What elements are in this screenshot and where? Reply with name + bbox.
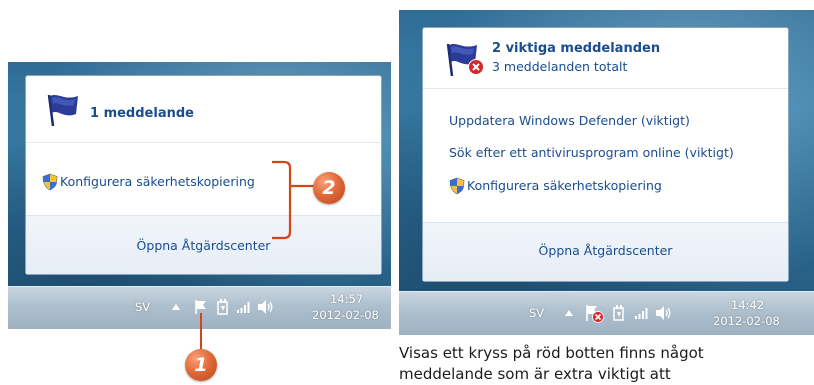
clock-time[interactable]: 14:42 [731, 298, 764, 312]
shield-icon [449, 177, 465, 195]
volume-icon[interactable] [257, 299, 275, 315]
backup-item[interactable]: Konfigurera säkerhetskopiering [449, 176, 709, 198]
action-center-flag-error-icon[interactable] [585, 304, 605, 324]
clock-date[interactable]: 2012-02-08 [312, 308, 379, 322]
show-hidden-icons-icon[interactable] [172, 304, 180, 310]
caption-line-1: Visas ett kryss på röd botten finns någo… [399, 344, 704, 362]
error-cross-icon [468, 59, 484, 75]
callout-badge-2: 2 [313, 172, 345, 204]
clock-time[interactable]: 14:57 [330, 292, 363, 306]
callout-badge-1: 1 [185, 349, 217, 381]
popup-title: 1 meddelande [90, 106, 194, 121]
update-defender-link[interactable]: Uppdatera Windows Defender (viktigt) [449, 113, 690, 128]
power-icon[interactable] [215, 298, 231, 316]
clock-date[interactable]: 2012-02-08 [713, 314, 780, 328]
backup-item[interactable]: Konfigurera säkerhetskopiering [42, 172, 302, 194]
search-antivirus-link[interactable]: Sök efter ett antivirusprogram online (v… [449, 145, 734, 160]
language-indicator[interactable]: SV [135, 300, 150, 314]
popup-title: 2 viktiga meddelanden [492, 41, 661, 56]
taskbar: SV 14:42 2012-02-08 [399, 291, 814, 335]
popup-subtitle: 3 meddelanden totalt [492, 59, 628, 74]
popup-header: 1 meddelande [26, 76, 381, 143]
action-center-popup: 2 viktiga meddelanden 3 meddelanden tota… [422, 27, 789, 282]
show-hidden-icons-icon[interactable] [565, 310, 573, 316]
network-icon[interactable] [634, 306, 650, 320]
language-indicator[interactable]: SV [529, 306, 544, 320]
open-action-center-link[interactable]: Öppna Åtgärdscenter [423, 243, 788, 258]
shield-icon [42, 173, 58, 191]
flag-icon [47, 94, 78, 127]
right-screen: 2 viktiga meddelanden 3 meddelanden tota… [399, 10, 814, 335]
popup-header: 2 viktiga meddelanden 3 meddelanden tota… [423, 28, 788, 89]
power-icon[interactable] [611, 304, 627, 322]
backup-link[interactable]: Konfigurera säkerhetskopiering [60, 174, 255, 189]
volume-icon[interactable] [655, 305, 673, 321]
backup-link[interactable]: Konfigurera säkerhetskopiering [467, 178, 662, 193]
network-icon[interactable] [236, 300, 252, 314]
popup-footer: Öppna Åtgärdscenter [423, 222, 788, 281]
caption-line-2: meddelande som är extra viktigt att [399, 365, 671, 383]
